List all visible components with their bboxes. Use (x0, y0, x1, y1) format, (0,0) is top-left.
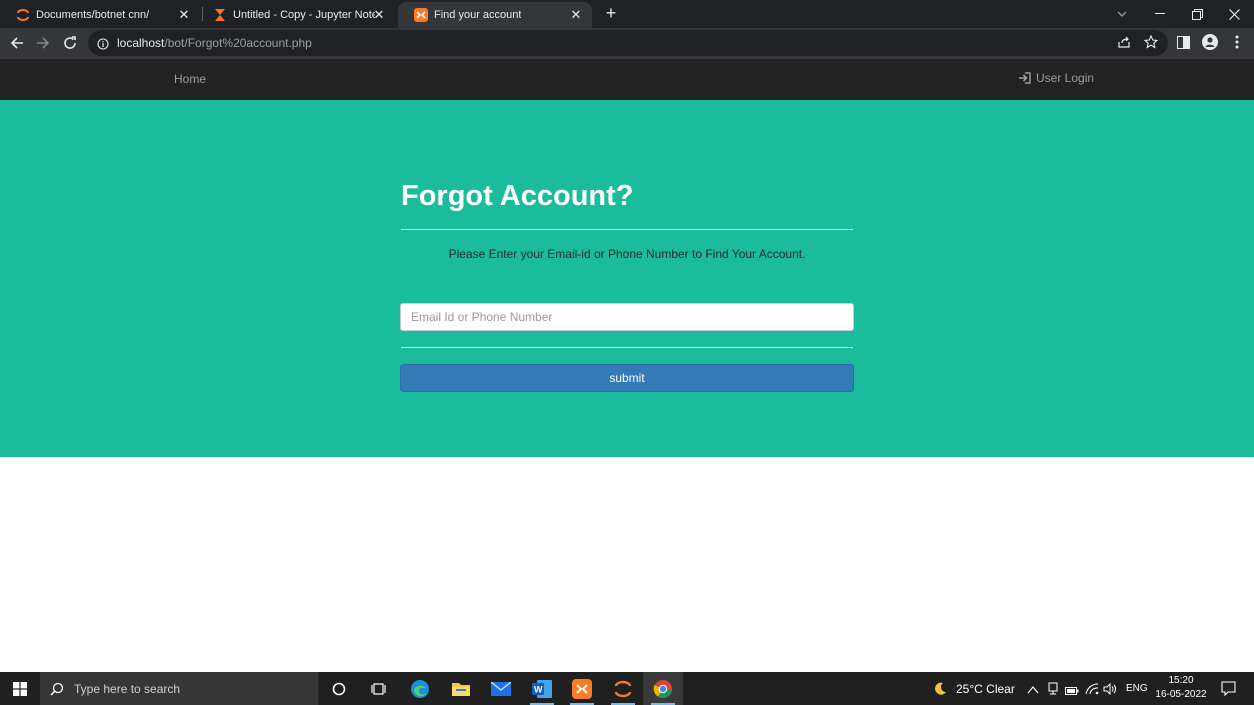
edge-browser-icon[interactable] (400, 672, 440, 705)
nav-user-login-label: User Login (1036, 71, 1095, 85)
forgot-account-section: Forgot Account? Please Enter your Email-… (0, 100, 1254, 457)
url-path: /bot/Forgot%20account.php (164, 36, 312, 50)
url-text: localhost/bot/Forgot%20account.php (117, 36, 312, 50)
xampp-icon (414, 8, 428, 22)
back-arrow-icon[interactable] (7, 33, 27, 53)
new-tab-button[interactable]: + (602, 4, 620, 22)
jupyter-icon (16, 8, 30, 22)
nav-user-login-link[interactable]: User Login (1018, 71, 1094, 85)
clock-date: 16-05-2022 (1155, 689, 1207, 700)
svg-text:W: W (534, 684, 543, 694)
notification-center-icon[interactable] (1221, 681, 1236, 701)
volume-icon[interactable] (1103, 682, 1117, 700)
instruction-text: Please Enter your Email-id or Phone Numb… (448, 247, 806, 261)
jupyter-taskbar-icon[interactable] (603, 672, 643, 705)
site-info-icon[interactable] (97, 37, 109, 50)
minimize-button[interactable] (1142, 0, 1178, 28)
wifi-icon[interactable] (1085, 682, 1099, 700)
tab-title: Documents/botnet cnn/ (36, 9, 150, 21)
close-tab-icon[interactable]: ✕ (371, 7, 387, 23)
tab-find-account[interactable]: Find your account ✕ (398, 2, 592, 28)
search-icon (50, 682, 64, 696)
task-view-icon[interactable] (359, 672, 399, 705)
nav-home-link[interactable]: Home (174, 72, 206, 86)
close-tab-icon[interactable]: ✕ (568, 7, 584, 23)
battery-icon[interactable] (1065, 683, 1079, 701)
tab-documents[interactable]: Documents/botnet cnn/ ✕ (0, 2, 200, 28)
windows-start-icon[interactable] (0, 672, 40, 705)
address-bar[interactable]: localhost/bot/Forgot%20account.php (88, 30, 1168, 56)
url-host: localhost (117, 36, 165, 50)
email-or-phone-input[interactable] (400, 303, 854, 331)
menu-kebab-icon[interactable] (1229, 34, 1245, 50)
weather-text[interactable]: 25°C Clear (956, 682, 1015, 696)
file-explorer-icon[interactable] (441, 672, 481, 705)
close-tab-icon[interactable]: ✕ (176, 7, 192, 23)
tab-search-icon[interactable] (1104, 0, 1140, 28)
side-panel-icon[interactable] (1175, 34, 1191, 50)
share-icon[interactable] (1116, 34, 1132, 50)
divider (401, 229, 853, 230)
clock-time: 15:20 (1168, 675, 1194, 686)
divider (401, 347, 853, 348)
hourglass-icon (213, 8, 227, 22)
chrome-icon[interactable] (643, 672, 683, 705)
browser-tab-strip: Documents/botnet cnn/ ✕ Untitled - Copy … (0, 0, 1254, 28)
tab-title: Find your account (434, 9, 522, 21)
login-icon (1019, 72, 1031, 84)
weather-moon-icon[interactable] (932, 681, 948, 702)
language-indicator[interactable]: ENG (1126, 683, 1148, 694)
mail-icon[interactable] (481, 672, 521, 705)
reload-icon[interactable] (60, 33, 80, 53)
tab-jupyter-notebook[interactable]: Untitled - Copy - Jupyter Notebook ✕ (197, 2, 395, 28)
windows-taskbar: Type here to search W 25°C Clear ENG 15:… (0, 672, 1254, 705)
cortana-icon[interactable] (319, 672, 359, 705)
submit-button[interactable]: submit (400, 364, 854, 392)
site-navbar: Home User Login (0, 58, 1254, 100)
tab-title: Untitled - Copy - Jupyter Notebook (233, 9, 375, 21)
meet-now-icon[interactable] (1047, 682, 1059, 700)
xampp-taskbar-icon[interactable] (562, 672, 602, 705)
page-title: Forgot Account? (401, 180, 634, 212)
bookmark-star-icon[interactable] (1143, 34, 1159, 50)
show-hidden-icons-chevron-icon[interactable] (1027, 682, 1039, 700)
browser-toolbar: localhost/bot/Forgot%20account.php (0, 28, 1254, 58)
close-window-button[interactable] (1216, 0, 1252, 28)
taskbar-search-box[interactable]: Type here to search (40, 672, 318, 705)
word-icon[interactable]: W (522, 672, 562, 705)
profile-avatar-icon[interactable] (1202, 34, 1218, 50)
forward-arrow-icon[interactable] (33, 33, 53, 53)
restore-button[interactable] (1179, 0, 1215, 28)
system-clock[interactable]: 15:20 16-05-2022 (1150, 674, 1212, 702)
search-placeholder: Type here to search (74, 681, 181, 696)
